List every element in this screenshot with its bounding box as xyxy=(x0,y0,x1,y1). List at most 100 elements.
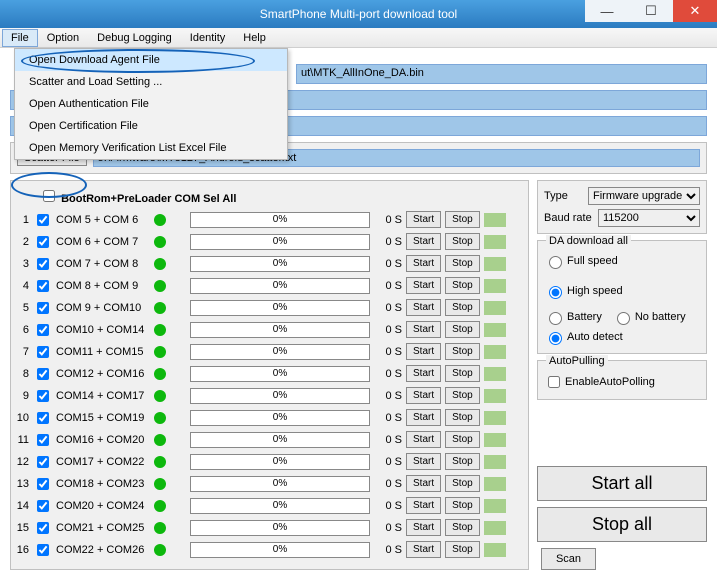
radio-high-speed[interactable] xyxy=(549,286,562,299)
status-dot-icon xyxy=(154,214,166,226)
bootrom-sel-all-checkbox[interactable] xyxy=(43,190,55,202)
close-button[interactable]: ✕ xyxy=(673,0,717,22)
stop-button[interactable]: Stop xyxy=(445,211,480,228)
menu-debug-logging[interactable]: Debug Logging xyxy=(88,29,181,47)
row-number: 2 xyxy=(15,236,29,248)
stop-button[interactable]: Stop xyxy=(445,541,480,558)
stop-button[interactable]: Stop xyxy=(445,299,480,316)
menu-identity[interactable]: Identity xyxy=(181,29,234,47)
com-label: COM 7 + COM 8 xyxy=(56,258,150,270)
stop-button[interactable]: Stop xyxy=(445,497,480,514)
stop-all-button[interactable]: Stop all xyxy=(537,507,707,542)
stop-button[interactable]: Stop xyxy=(445,409,480,426)
start-button[interactable]: Start xyxy=(406,365,441,382)
start-all-button[interactable]: Start all xyxy=(537,466,707,501)
start-button[interactable]: Start xyxy=(406,211,441,228)
status-strip xyxy=(484,323,506,337)
scan-button[interactable]: Scan xyxy=(541,548,596,570)
port-checkbox[interactable] xyxy=(37,522,49,534)
port-checkbox[interactable] xyxy=(37,280,49,292)
radio-no-battery[interactable] xyxy=(617,312,630,325)
row-number: 10 xyxy=(15,412,29,424)
type-label: Type xyxy=(544,190,584,202)
minimize-button[interactable]: — xyxy=(585,0,629,22)
start-button[interactable]: Start xyxy=(406,519,441,536)
stop-button[interactable]: Stop xyxy=(445,343,480,360)
file-menu-open-memver[interactable]: Open Memory Verification List Excel File xyxy=(15,137,287,159)
elapsed-seconds: 0 S xyxy=(374,544,402,556)
port-checkbox[interactable] xyxy=(37,324,49,336)
stop-button[interactable]: Stop xyxy=(445,321,480,338)
elapsed-seconds: 0 S xyxy=(374,500,402,512)
start-button[interactable]: Start xyxy=(406,277,441,294)
status-dot-icon xyxy=(154,478,166,490)
port-checkbox[interactable] xyxy=(37,258,49,270)
port-row: 14COM20 + COM240%0 SStartStop xyxy=(15,495,524,516)
menu-option[interactable]: Option xyxy=(38,29,88,47)
start-button[interactable]: Start xyxy=(406,453,441,470)
port-checkbox[interactable] xyxy=(37,412,49,424)
progress-bar: 0% xyxy=(190,476,370,492)
elapsed-seconds: 0 S xyxy=(374,478,402,490)
port-checkbox[interactable] xyxy=(37,478,49,490)
progress-bar: 0% xyxy=(190,212,370,228)
port-checkbox[interactable] xyxy=(37,236,49,248)
start-button[interactable]: Start xyxy=(406,431,441,448)
start-button[interactable]: Start xyxy=(406,497,441,514)
file-menu-scatter-load[interactable]: Scatter and Load Setting ... xyxy=(15,71,287,93)
com-label: COM15 + COM19 xyxy=(56,412,150,424)
titlebar: SmartPhone Multi-port download tool — ☐ … xyxy=(0,0,717,28)
port-checkbox[interactable] xyxy=(37,302,49,314)
port-checkbox[interactable] xyxy=(37,500,49,512)
maximize-button[interactable]: ☐ xyxy=(629,0,673,22)
elapsed-seconds: 0 S xyxy=(374,456,402,468)
port-row: 10COM15 + COM190%0 SStartStop xyxy=(15,407,524,428)
port-checkbox[interactable] xyxy=(37,544,49,556)
file-menu-open-da[interactable]: Open Download Agent File xyxy=(15,49,287,71)
port-row: 11COM16 + COM200%0 SStartStop xyxy=(15,429,524,450)
row-number: 4 xyxy=(15,280,29,292)
stop-button[interactable]: Stop xyxy=(445,475,480,492)
start-button[interactable]: Start xyxy=(406,299,441,316)
port-checkbox[interactable] xyxy=(37,434,49,446)
start-button[interactable]: Start xyxy=(406,541,441,558)
row-number: 14 xyxy=(15,500,29,512)
stop-button[interactable]: Stop xyxy=(445,431,480,448)
enable-autopolling-checkbox[interactable] xyxy=(548,376,560,388)
autopulling-group: AutoPulling EnableAutoPolling xyxy=(537,360,707,400)
file-menu-open-cert[interactable]: Open Certification File xyxy=(15,115,287,137)
port-checkbox[interactable] xyxy=(37,214,49,226)
menu-file[interactable]: File xyxy=(2,29,38,47)
progress-bar: 0% xyxy=(190,234,370,250)
elapsed-seconds: 0 S xyxy=(374,390,402,402)
stop-button[interactable]: Stop xyxy=(445,255,480,272)
port-checkbox[interactable] xyxy=(37,456,49,468)
start-button[interactable]: Start xyxy=(406,233,441,250)
status-strip xyxy=(484,543,506,557)
start-button[interactable]: Start xyxy=(406,321,441,338)
file-menu-open-auth[interactable]: Open Authentication File xyxy=(15,93,287,115)
menu-help[interactable]: Help xyxy=(234,29,275,47)
port-checkbox[interactable] xyxy=(37,368,49,380)
radio-full-speed[interactable] xyxy=(549,256,562,269)
baud-select[interactable]: 115200 xyxy=(598,209,700,227)
stop-button[interactable]: Stop xyxy=(445,277,480,294)
start-button[interactable]: Start xyxy=(406,409,441,426)
start-button[interactable]: Start xyxy=(406,387,441,404)
status-dot-icon xyxy=(154,500,166,512)
stop-button[interactable]: Stop xyxy=(445,233,480,250)
port-checkbox[interactable] xyxy=(37,390,49,402)
stop-button[interactable]: Stop xyxy=(445,365,480,382)
radio-auto-detect[interactable] xyxy=(549,332,562,345)
port-row: 13COM18 + COM230%0 SStartStop xyxy=(15,473,524,494)
start-button[interactable]: Start xyxy=(406,475,441,492)
port-checkbox[interactable] xyxy=(37,346,49,358)
stop-button[interactable]: Stop xyxy=(445,387,480,404)
radio-battery[interactable] xyxy=(549,312,562,325)
stop-button[interactable]: Stop xyxy=(445,519,480,536)
type-select[interactable]: Firmware upgrade xyxy=(588,187,700,205)
start-button[interactable]: Start xyxy=(406,343,441,360)
start-button[interactable]: Start xyxy=(406,255,441,272)
row-number: 1 xyxy=(15,214,29,226)
stop-button[interactable]: Stop xyxy=(445,453,480,470)
